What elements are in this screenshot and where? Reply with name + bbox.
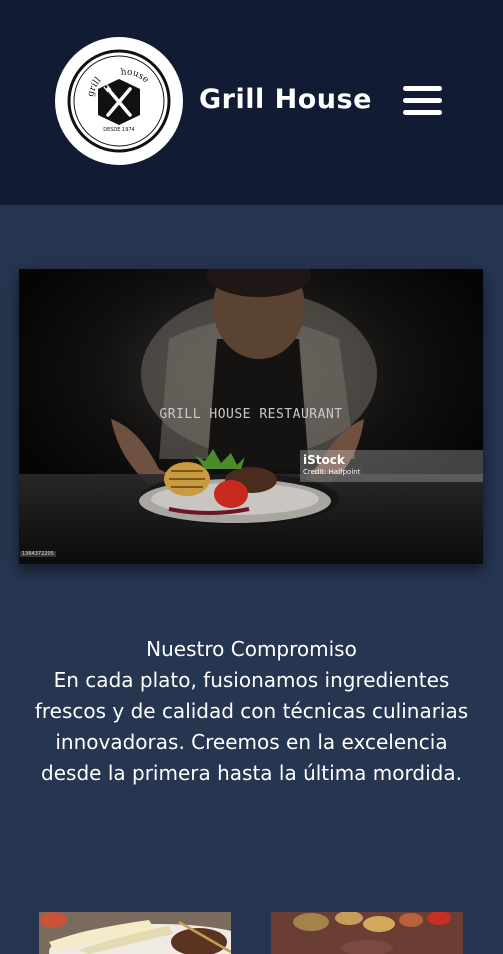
commitment-text: En cada plato, fusionamos ingredientes f… (34, 668, 469, 785)
hero-caption: GRILL HOUSE RESTAURANT (159, 407, 343, 422)
site-header: grill house DESDE 1974 Grill House (0, 0, 503, 205)
istock-credit: Credit: Halfpoint (303, 468, 361, 476)
restaurant-logo[interactable]: grill house DESDE 1974 (55, 37, 183, 165)
hero-image: GRILL HOUSE RESTAURANT iStock Credit: Ha… (19, 269, 483, 564)
logo-emblem-icon: grill house DESDE 1974 (67, 49, 171, 153)
hamburger-menu-icon[interactable] (403, 86, 442, 116)
brand-name[interactable]: Grill House (199, 84, 372, 115)
commitment-section: Nuestro Compromiso En cada plato, fusion… (30, 634, 473, 789)
stock-image-id: 1364372205 (20, 551, 56, 557)
stock-watermark: iStock Credit: Halfpoint (300, 450, 483, 482)
skewers-photo (39, 912, 231, 954)
dish-card-tapas[interactable] (271, 912, 463, 954)
dish-card-skewers[interactable] (39, 912, 231, 954)
istock-brand: iStock (303, 453, 345, 467)
tapas-photo (271, 912, 463, 954)
commitment-title: Nuestro Compromiso (146, 637, 357, 661)
logo-est-text: DESDE 1974 (103, 127, 135, 133)
